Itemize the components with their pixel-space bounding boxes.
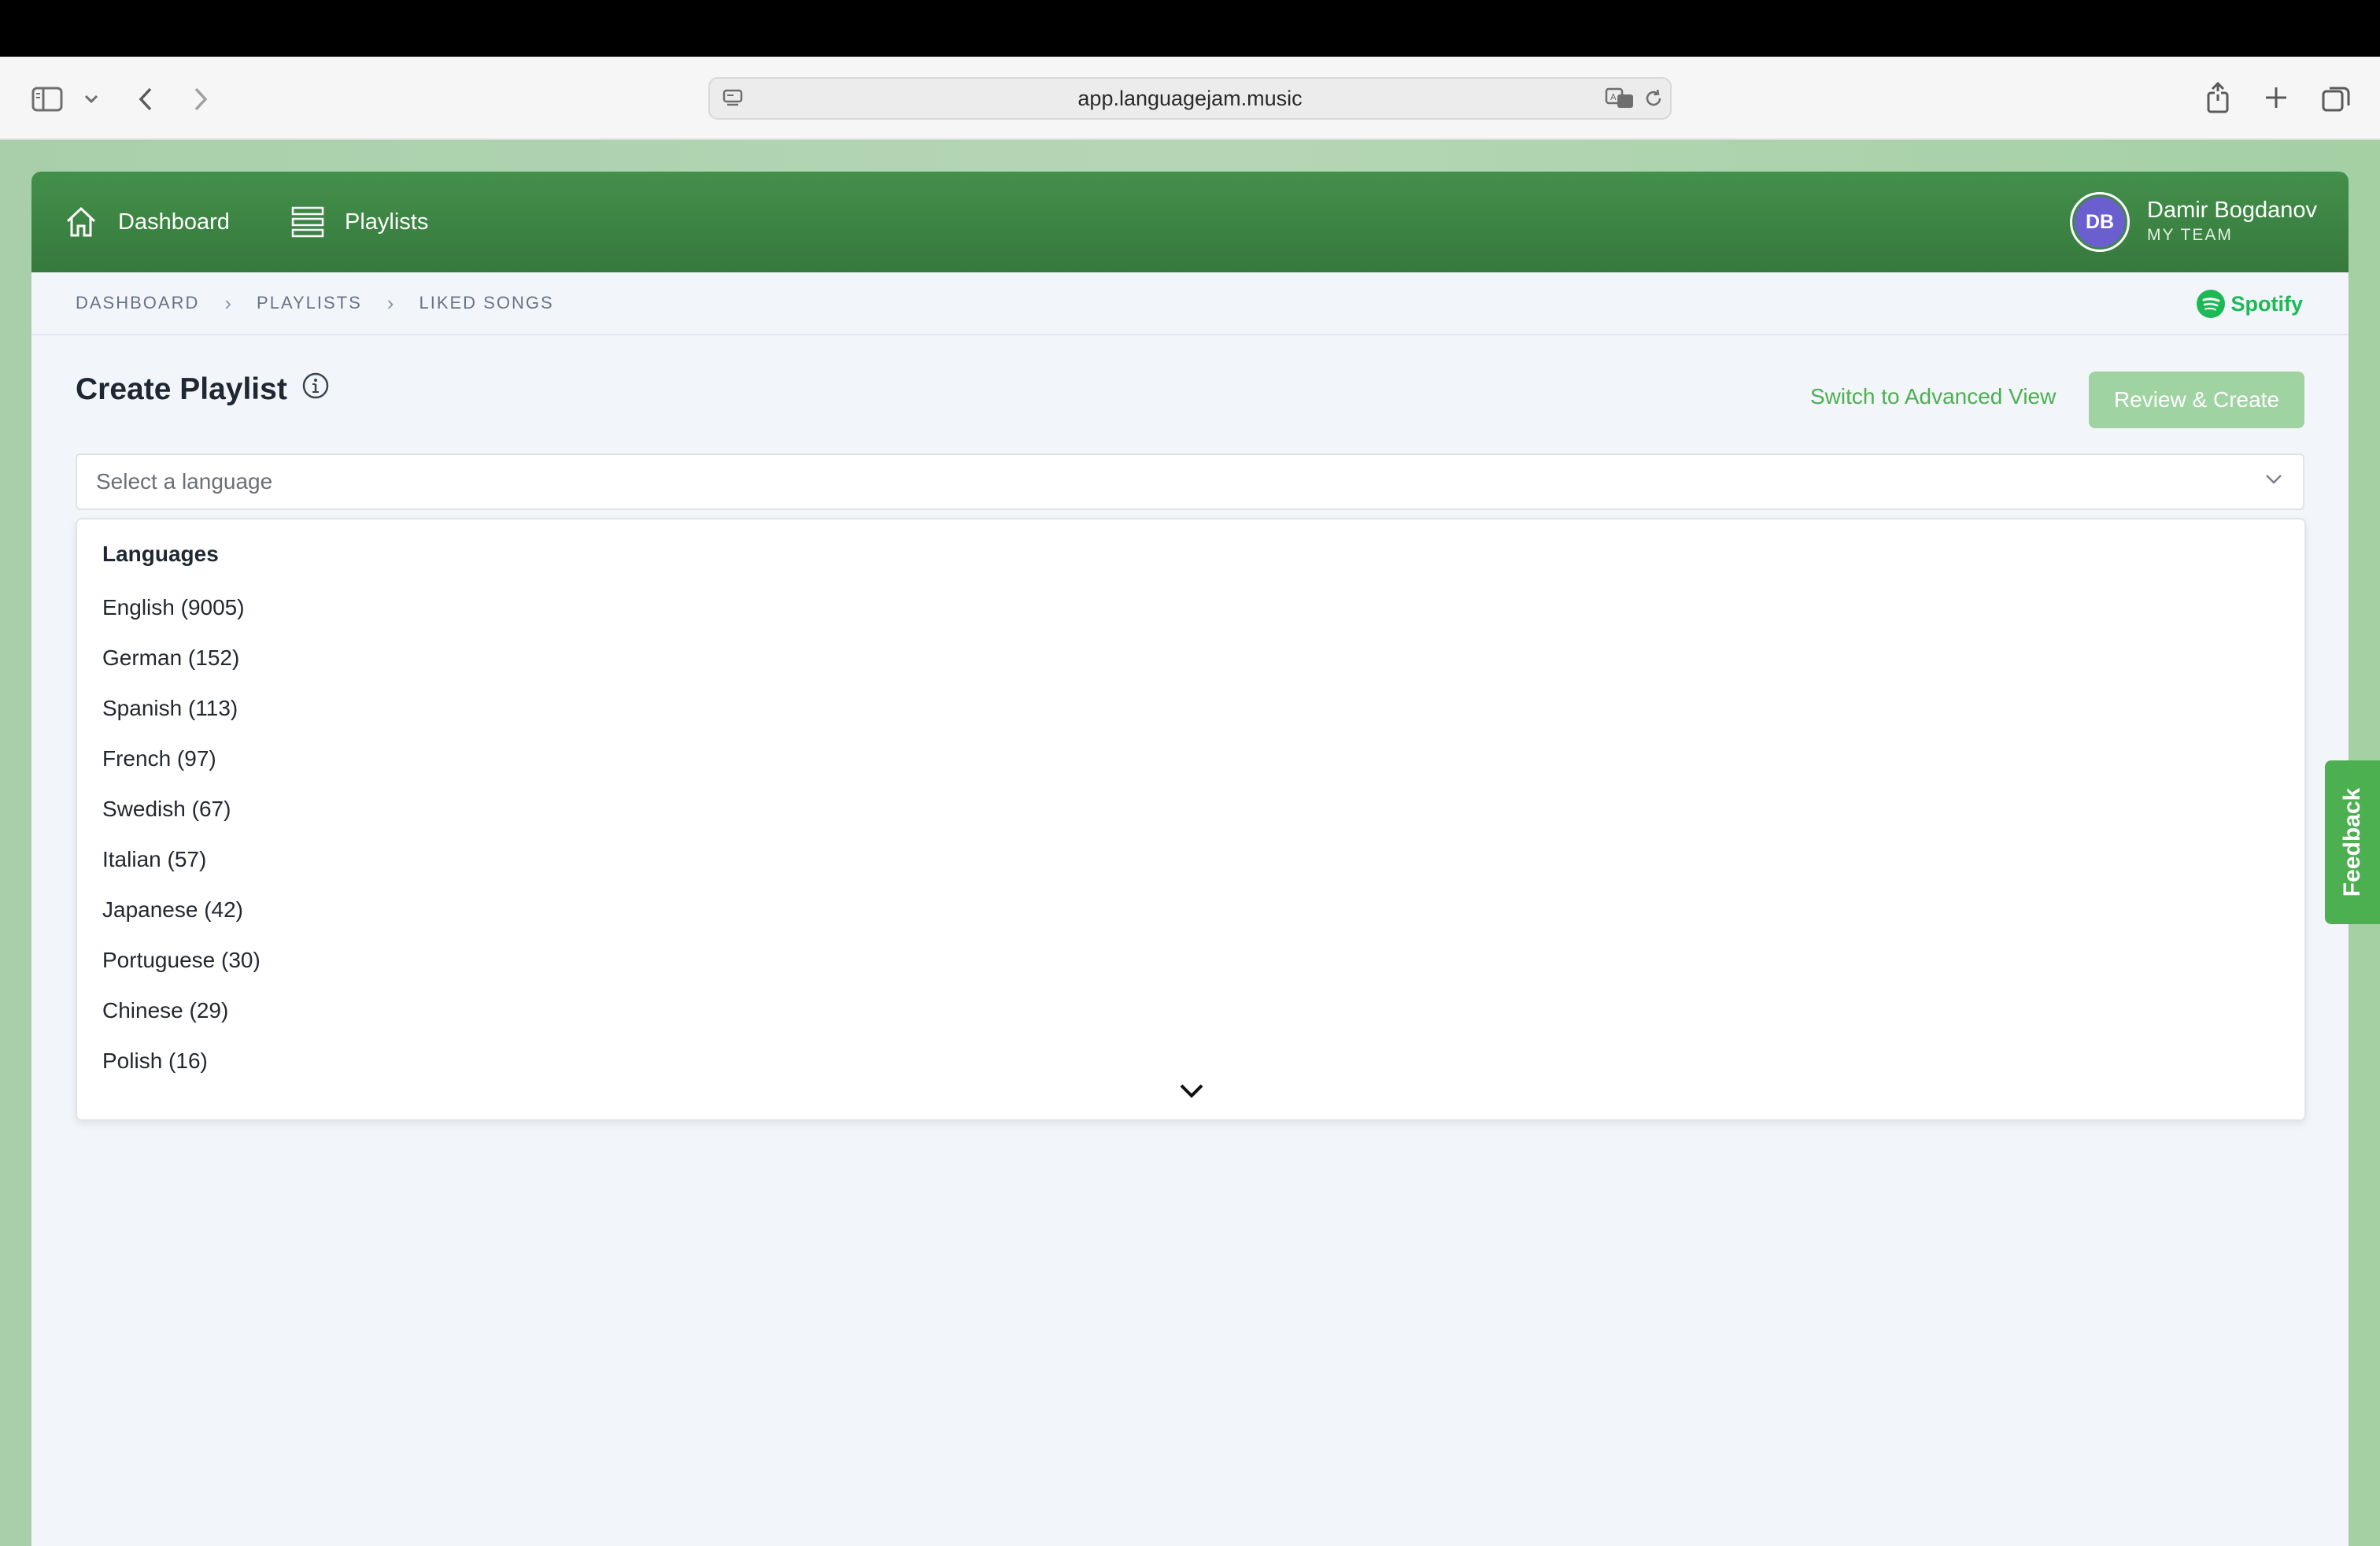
app-container: Dashboard Playlists DB Damir Bogdanov MY… xyxy=(31,172,2349,1546)
language-option[interactable]: Swedish (67) xyxy=(102,784,261,834)
spotify-logo-icon xyxy=(2196,290,2225,318)
scroll-more-chevron-icon[interactable] xyxy=(1179,1083,1204,1103)
page-title-text: Create Playlist xyxy=(76,372,287,406)
spotify-label: Spotify xyxy=(2230,291,2304,316)
page-title: Create Playlist xyxy=(76,372,330,408)
breadcrumb-dashboard[interactable]: DASHBOARD xyxy=(76,293,199,313)
feedback-label: Feedback xyxy=(2339,787,2365,897)
breadcrumb-separator-icon: › xyxy=(224,290,232,315)
language-option[interactable]: English (9005) xyxy=(102,583,261,633)
sidebar-toggle-icon[interactable] xyxy=(30,83,65,115)
dropdown-group-header: Languages xyxy=(102,542,219,566)
breadcrumb-liked-songs[interactable]: LIKED SONGS xyxy=(419,293,553,313)
list-icon xyxy=(291,206,324,238)
language-option[interactable]: French (97) xyxy=(102,734,261,784)
user-team: MY TEAM xyxy=(2147,226,2233,244)
tab-overview-icon[interactable] xyxy=(2320,83,2352,113)
avatar: DB xyxy=(2070,192,2130,252)
url-text: app.languagejam.music xyxy=(1077,87,1303,110)
nav-dashboard[interactable]: Dashboard xyxy=(65,202,230,242)
language-options: English (9005) German (152) Spanish (113… xyxy=(102,583,261,1086)
breadcrumb-playlists[interactable]: PLAYLISTS xyxy=(257,293,362,313)
chevron-down-icon[interactable] xyxy=(82,91,101,107)
reload-icon[interactable] xyxy=(1642,87,1665,110)
spotify-badge: Spotify xyxy=(2196,290,2304,318)
breadcrumb-separator-icon: › xyxy=(386,290,394,315)
language-select[interactable]: Select a language xyxy=(76,453,2304,510)
language-option[interactable]: Spanish (113) xyxy=(102,683,261,734)
nav-dashboard-label: Dashboard xyxy=(118,209,230,235)
language-select-placeholder: Select a language xyxy=(96,469,273,494)
language-option[interactable]: Portuguese (30) xyxy=(102,935,261,986)
chevron-down-icon xyxy=(2265,474,2282,489)
language-option[interactable]: German (152) xyxy=(102,633,261,683)
feedback-tab[interactable]: Feedback xyxy=(2325,760,2380,924)
share-icon[interactable] xyxy=(2204,80,2232,115)
user-name: Damir Bogdanov xyxy=(2147,198,2317,223)
language-option[interactable]: Chinese (29) xyxy=(102,986,261,1036)
new-tab-icon[interactable] xyxy=(2262,83,2290,112)
browser-toolbar: app.languagejam.music A xyxy=(0,57,2380,140)
address-bar[interactable]: app.languagejam.music A xyxy=(708,77,1672,120)
user-menu[interactable]: DB Damir Bogdanov MY TEAM xyxy=(2070,192,2317,252)
language-option[interactable]: Japanese (42) xyxy=(102,885,261,935)
switch-advanced-view-link[interactable]: Switch to Advanced View xyxy=(1810,384,2056,409)
home-icon xyxy=(66,206,96,237)
language-option[interactable]: Polish (16) xyxy=(102,1036,261,1086)
language-dropdown: Languages English (9005) German (152) Sp… xyxy=(76,518,2306,1121)
review-create-button[interactable]: Review & Create xyxy=(2089,372,2304,428)
translate-icon[interactable]: A xyxy=(1604,87,1635,110)
svg-text:A: A xyxy=(1610,92,1617,102)
nav-playlists-label: Playlists xyxy=(345,209,429,235)
app-header: Dashboard Playlists DB Damir Bogdanov MY… xyxy=(31,172,2349,272)
back-icon[interactable] xyxy=(132,83,159,115)
language-option[interactable]: Italian (57) xyxy=(102,834,261,885)
breadcrumb: DASHBOARD › PLAYLISTS › LIKED SONGS Spot… xyxy=(31,272,2349,335)
nav-playlists[interactable]: Playlists xyxy=(291,202,428,242)
info-icon[interactable] xyxy=(301,372,330,408)
os-top-bar xyxy=(0,0,2380,57)
forward-icon[interactable] xyxy=(187,83,214,115)
